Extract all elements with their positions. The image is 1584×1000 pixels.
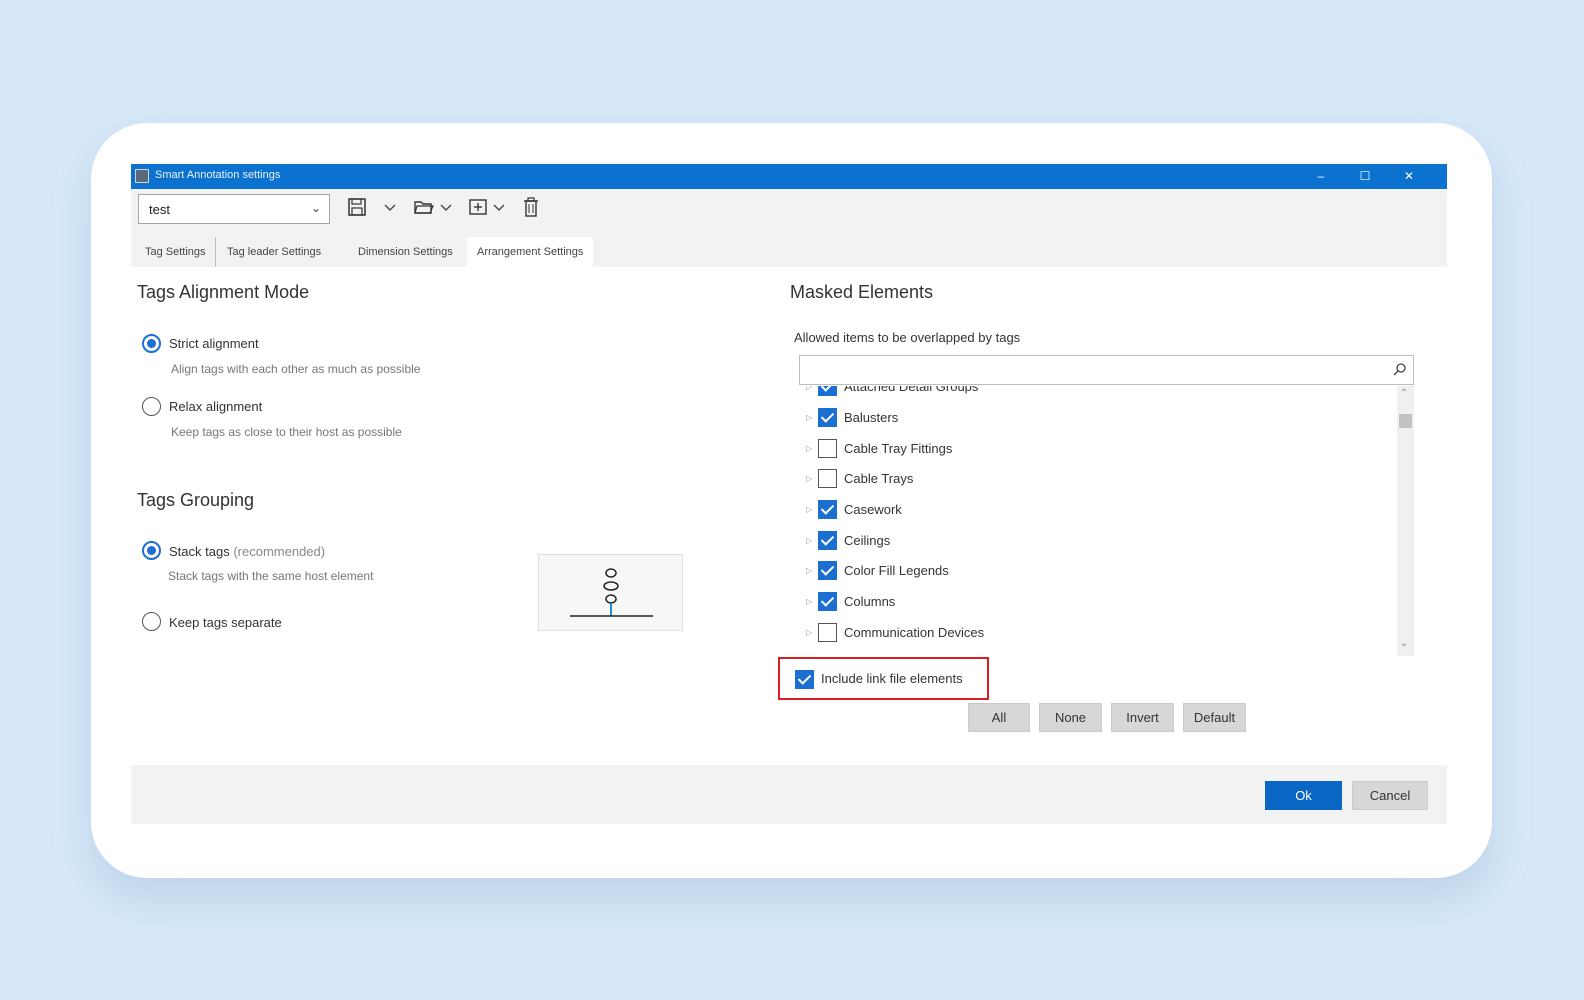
ok-button[interactable]: Ok bbox=[1265, 781, 1342, 810]
add-box-icon[interactable] bbox=[468, 196, 488, 218]
close-button[interactable]: ✕ bbox=[1387, 164, 1431, 189]
all-button[interactable]: All bbox=[968, 703, 1030, 732]
search-input[interactable] bbox=[804, 360, 1384, 380]
invert-button[interactable]: Invert bbox=[1111, 703, 1174, 732]
scrollbar-thumb[interactable] bbox=[1399, 414, 1412, 428]
scroll-down-icon[interactable]: ⌄ bbox=[1400, 638, 1408, 649]
list-item[interactable]: ▷ Cable Trays bbox=[799, 464, 1399, 494]
none-button[interactable]: None bbox=[1039, 703, 1102, 732]
scroll-up-icon[interactable]: ⌃ bbox=[1400, 388, 1408, 399]
item-checkbox[interactable] bbox=[818, 592, 837, 611]
include-link-label[interactable]: Include link file elements bbox=[821, 671, 963, 686]
item-label: Color Fill Legends bbox=[844, 563, 949, 578]
expand-arrow-icon[interactable]: ▷ bbox=[806, 505, 812, 514]
relax-alignment-label[interactable]: Relax alignment bbox=[169, 399, 262, 414]
tab-tag-settings[interactable]: Tag Settings bbox=[145, 237, 216, 267]
stacked-tags-illustration bbox=[570, 568, 653, 617]
expand-arrow-icon[interactable]: ▷ bbox=[806, 474, 812, 483]
chevron-down-icon[interactable] bbox=[383, 196, 397, 218]
preset-combobox[interactable]: test ⌄ bbox=[138, 194, 330, 224]
minimize-button[interactable]: – bbox=[1299, 164, 1343, 189]
tab-dimension-settings[interactable]: Dimension Settings bbox=[358, 237, 453, 267]
expand-arrow-icon[interactable]: ▷ bbox=[806, 536, 812, 545]
dialog-footer: Ok Cancel bbox=[131, 765, 1447, 824]
expand-arrow-icon[interactable]: ▷ bbox=[806, 386, 812, 391]
item-label: Communication Devices bbox=[844, 625, 985, 640]
keep-separate-radio[interactable] bbox=[142, 612, 161, 631]
title-bar: Smart Annotation settings – ☐ ✕ bbox=[131, 164, 1447, 189]
save-icon[interactable] bbox=[347, 196, 367, 218]
item-checkbox[interactable] bbox=[818, 439, 837, 458]
stack-tags-description: Stack tags with the same host element bbox=[168, 569, 374, 583]
item-label: Balusters bbox=[844, 410, 899, 425]
list-scrollbar[interactable]: ⌃ ⌄ bbox=[1397, 386, 1414, 656]
item-label: Columns bbox=[844, 594, 896, 609]
masked-elements-title: Masked Elements bbox=[790, 282, 934, 302]
expand-arrow-icon[interactable]: ▷ bbox=[806, 566, 812, 575]
stack-tags-label[interactable]: Stack tags (recommended) bbox=[169, 544, 325, 559]
preset-value: test bbox=[149, 202, 170, 217]
list-item[interactable]: ▷ Balusters bbox=[799, 403, 1399, 433]
tab-tag-leader-settings[interactable]: Tag leader Settings bbox=[227, 237, 321, 267]
list-item[interactable]: ▷ Casework bbox=[799, 495, 1399, 525]
relax-alignment-description: Keep tags as close to their host as poss… bbox=[171, 425, 402, 439]
item-checkbox[interactable] bbox=[818, 386, 837, 396]
item-checkbox[interactable] bbox=[818, 500, 837, 519]
item-label: Casework bbox=[844, 502, 902, 517]
allowed-items-label: Allowed items to be overlapped by tags bbox=[794, 330, 1021, 345]
window-title: Smart Annotation settings bbox=[155, 169, 281, 181]
app-icon bbox=[135, 169, 149, 183]
masked-elements-list[interactable]: ▷ Attached Detail Groups ▷ Balusters ▷ C… bbox=[799, 386, 1414, 656]
chevron-down-icon: ⌄ bbox=[310, 201, 321, 215]
tab-arrangement-settings[interactable]: Arrangement Settings bbox=[467, 237, 594, 267]
tags-grouping-title: Tags Grouping bbox=[137, 490, 255, 510]
search-field[interactable] bbox=[799, 355, 1414, 385]
expand-arrow-icon[interactable]: ▷ bbox=[806, 628, 812, 637]
stack-tags-radio[interactable] bbox=[142, 541, 161, 560]
list-item[interactable]: ▷ Attached Detail Groups bbox=[799, 386, 1399, 402]
stack-preview-image bbox=[538, 554, 683, 631]
item-checkbox[interactable] bbox=[818, 408, 837, 427]
item-checkbox[interactable] bbox=[818, 561, 837, 580]
chevron-down-icon[interactable] bbox=[492, 196, 506, 218]
list-item[interactable]: ▷ Columns bbox=[799, 587, 1399, 617]
item-label: Ceilings bbox=[844, 533, 891, 548]
item-checkbox[interactable] bbox=[818, 531, 837, 550]
item-checkbox[interactable] bbox=[818, 623, 837, 642]
expand-arrow-icon[interactable]: ▷ bbox=[806, 413, 812, 422]
list-item[interactable]: ▷ Ceilings bbox=[799, 526, 1399, 556]
list-item[interactable]: ▷ Color Fill Legends bbox=[799, 556, 1399, 586]
maximize-button[interactable]: ☐ bbox=[1343, 164, 1387, 189]
keep-separate-label[interactable]: Keep tags separate bbox=[169, 615, 282, 630]
item-label: Cable Tray Fittings bbox=[844, 441, 953, 456]
trash-icon[interactable] bbox=[522, 196, 540, 218]
chevron-down-icon[interactable] bbox=[439, 196, 453, 218]
stack-tags-text: Stack tags bbox=[169, 544, 230, 559]
strict-alignment-description: Align tags with each other as much as po… bbox=[171, 362, 421, 376]
item-label: Cable Trays bbox=[844, 471, 914, 486]
list-item[interactable]: ▷ Communication Devices bbox=[799, 618, 1399, 648]
expand-arrow-icon[interactable]: ▷ bbox=[806, 444, 812, 453]
alignment-mode-title: Tags Alignment Mode bbox=[137, 282, 310, 302]
strict-alignment-label[interactable]: Strict alignment bbox=[169, 336, 259, 351]
settings-dialog: Smart Annotation settings – ☐ ✕ test ⌄ T… bbox=[131, 164, 1447, 832]
expand-arrow-icon[interactable]: ▷ bbox=[806, 597, 812, 606]
include-link-checkbox[interactable] bbox=[795, 670, 814, 689]
item-checkbox[interactable] bbox=[818, 469, 837, 488]
list-item[interactable]: ▷ Cable Tray Fittings bbox=[799, 434, 1399, 464]
item-label: Attached Detail Groups bbox=[844, 386, 979, 394]
cancel-button[interactable]: Cancel bbox=[1352, 781, 1428, 810]
toolbar: test ⌄ Tag Settings Tag leader Settings … bbox=[131, 189, 1447, 267]
recommended-note: (recommended) bbox=[233, 544, 326, 559]
strict-alignment-radio[interactable] bbox=[142, 334, 161, 353]
relax-alignment-radio[interactable] bbox=[142, 397, 161, 416]
folder-open-icon[interactable] bbox=[413, 196, 435, 218]
search-icon[interactable] bbox=[1393, 362, 1407, 376]
default-button[interactable]: Default bbox=[1183, 703, 1246, 732]
